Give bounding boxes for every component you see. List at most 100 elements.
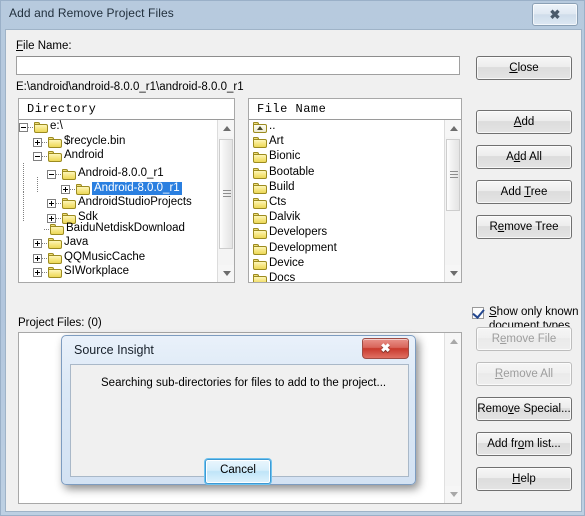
directory-scroll-thumb[interactable] [219,139,233,249]
file-list-item[interactable]: Device [249,257,444,272]
file-item-label: Docs [269,271,296,282]
file-list-item[interactable]: Build [249,181,444,196]
file-list-item[interactable]: Bootable [249,166,444,181]
file-item-label: Development [269,241,337,254]
file-item-label: Build [269,180,295,193]
directory-item-label: Android [64,149,104,161]
tree-expand-icon[interactable] [33,137,42,147]
directory-tree-item[interactable]: Android [19,149,217,164]
file-item-label: Bionic [269,150,301,163]
file-item-label: Developers [269,226,328,239]
folder-icon [48,238,62,249]
directory-scrollbar[interactable] [217,120,234,282]
file-name-input[interactable] [16,56,460,75]
title-bar: Add and Remove Project Files ✖ [1,1,585,28]
add-all-button[interactable]: Add All [476,145,572,169]
window-title: Add and Remove Project Files [9,6,174,20]
directory-header-label: Directory [27,102,97,116]
tree-expand-icon[interactable] [33,253,42,263]
project-files-scroll-down-icon[interactable] [445,486,461,503]
directory-item-label: QQMusicCache [64,250,146,263]
directory-tree-item[interactable]: Java [19,236,217,251]
file-list-panel: File Name .. Art Bionic Bootable Build Cts Dal… [248,98,462,283]
directory-tree-item[interactable]: Android-8.0.0_r1 [19,162,217,180]
file-list[interactable]: .. Art Bionic Bootable Build Cts Dalvik Develop… [249,120,444,282]
folder-icon [48,136,62,148]
file-list-scroll-thumb[interactable] [446,139,460,211]
file-list-panel-header: File Name [249,99,461,120]
file-item-label: Device [269,256,305,269]
tree-collapse-icon[interactable] [33,152,42,161]
folder-icon [253,213,267,225]
directory-scroll-down-icon[interactable] [218,265,234,282]
add-tree-button[interactable]: Add Tree [476,180,572,204]
file-item-label: Bootable [269,165,315,178]
remove-tree-button[interactable]: Remove Tree [476,215,572,239]
remove-all-button[interactable]: Remove All [476,362,572,386]
file-item-label: Cts [269,195,287,208]
directory-item-label: Java [64,236,89,248]
directory-tree-item[interactable]: SIWorkplace [19,265,217,280]
folder-icon [253,273,267,282]
modal-body: Searching sub-directories for files to a… [70,364,409,484]
checkmark-icon [472,306,485,319]
file-list-item[interactable]: .. [249,120,444,135]
file-list-scrollbar[interactable] [444,120,461,282]
file-list-item[interactable]: Bionic [249,150,444,165]
folder-icon [48,267,62,278]
file-list-item[interactable]: Development [249,242,444,257]
directory-tree[interactable]: e:\ $recycle.bin Android Android-8.0.0_r1 An… [19,120,217,282]
help-button[interactable]: Help [476,467,572,491]
modal-cancel-button[interactable]: Cancel [205,459,271,484]
file-list-item[interactable]: Art [249,135,444,150]
tree-collapse-icon[interactable] [19,123,28,132]
file-item-label: .. [269,120,276,132]
directory-tree-item[interactable]: QQMusicCache [19,251,217,266]
directory-item-label: SIWorkplace [64,265,129,277]
folder-icon [253,182,267,194]
directory-item-label: BaiduNetdiskDownload [66,221,185,234]
file-list-item[interactable]: Cts [249,196,444,211]
directory-tree-item[interactable]: BaiduNetdiskDownload [19,222,217,237]
folder-icon [48,151,62,162]
remove-file-button[interactable]: Remove File [476,327,572,351]
dialog-window: Add and Remove Project Files ✖ File Name… [0,0,585,516]
project-files-label: Project Files: (0) [18,317,102,329]
source-insight-modal: Source Insight ✖ Searching sub-directori… [61,335,416,485]
add-from-list-button[interactable]: Add from list... [476,432,572,456]
parent-folder-icon [253,122,267,133]
file-list-item[interactable]: Developers [249,226,444,241]
add-button[interactable]: Add [476,110,572,134]
folder-icon [253,167,267,179]
close-button[interactable]: Close [476,56,572,80]
directory-tree-item[interactable]: AndroidStudioProjects [19,191,217,209]
folder-icon [34,122,48,133]
tree-expand-icon[interactable] [33,268,42,277]
tree-expand-icon[interactable] [33,239,42,248]
window-close-button[interactable]: ✖ [532,3,578,26]
directory-tree-item[interactable]: Android-8.0.0_r1 [19,177,217,195]
current-path-label: E:\android\android-8.0.0_r1\android-8.0.… [16,81,244,93]
directory-item-label: e:\ [50,120,63,132]
file-name-label: File Name: [16,40,72,52]
file-list-scroll-down-icon[interactable] [445,265,461,282]
directory-scroll-up-icon[interactable] [218,120,234,137]
remove-special-button[interactable]: Remove Special... [476,397,572,421]
modal-message: Searching sub-directories for files to a… [101,377,387,389]
show-known-types-checkbox[interactable] [472,306,485,319]
directory-tree-item[interactable]: $recycle.bin [19,135,217,150]
file-list-scroll-up-icon[interactable] [445,120,461,137]
project-files-scroll-up-icon[interactable] [445,333,461,350]
file-list-item[interactable]: Docs [249,272,444,282]
file-list-item[interactable]: Dalvik [249,211,444,226]
folder-icon [253,197,267,209]
directory-tree-item[interactable]: e:\ [19,120,217,135]
directory-panel-header: Directory [19,99,234,120]
modal-title: Source Insight [74,343,154,357]
folder-icon [253,152,267,164]
project-files-scrollbar[interactable] [444,333,461,503]
modal-close-button[interactable]: ✖ [362,338,409,359]
directory-tree-item[interactable]: Sdk [19,206,217,224]
folder-icon [253,258,267,270]
close-icon: ✖ [380,341,391,355]
